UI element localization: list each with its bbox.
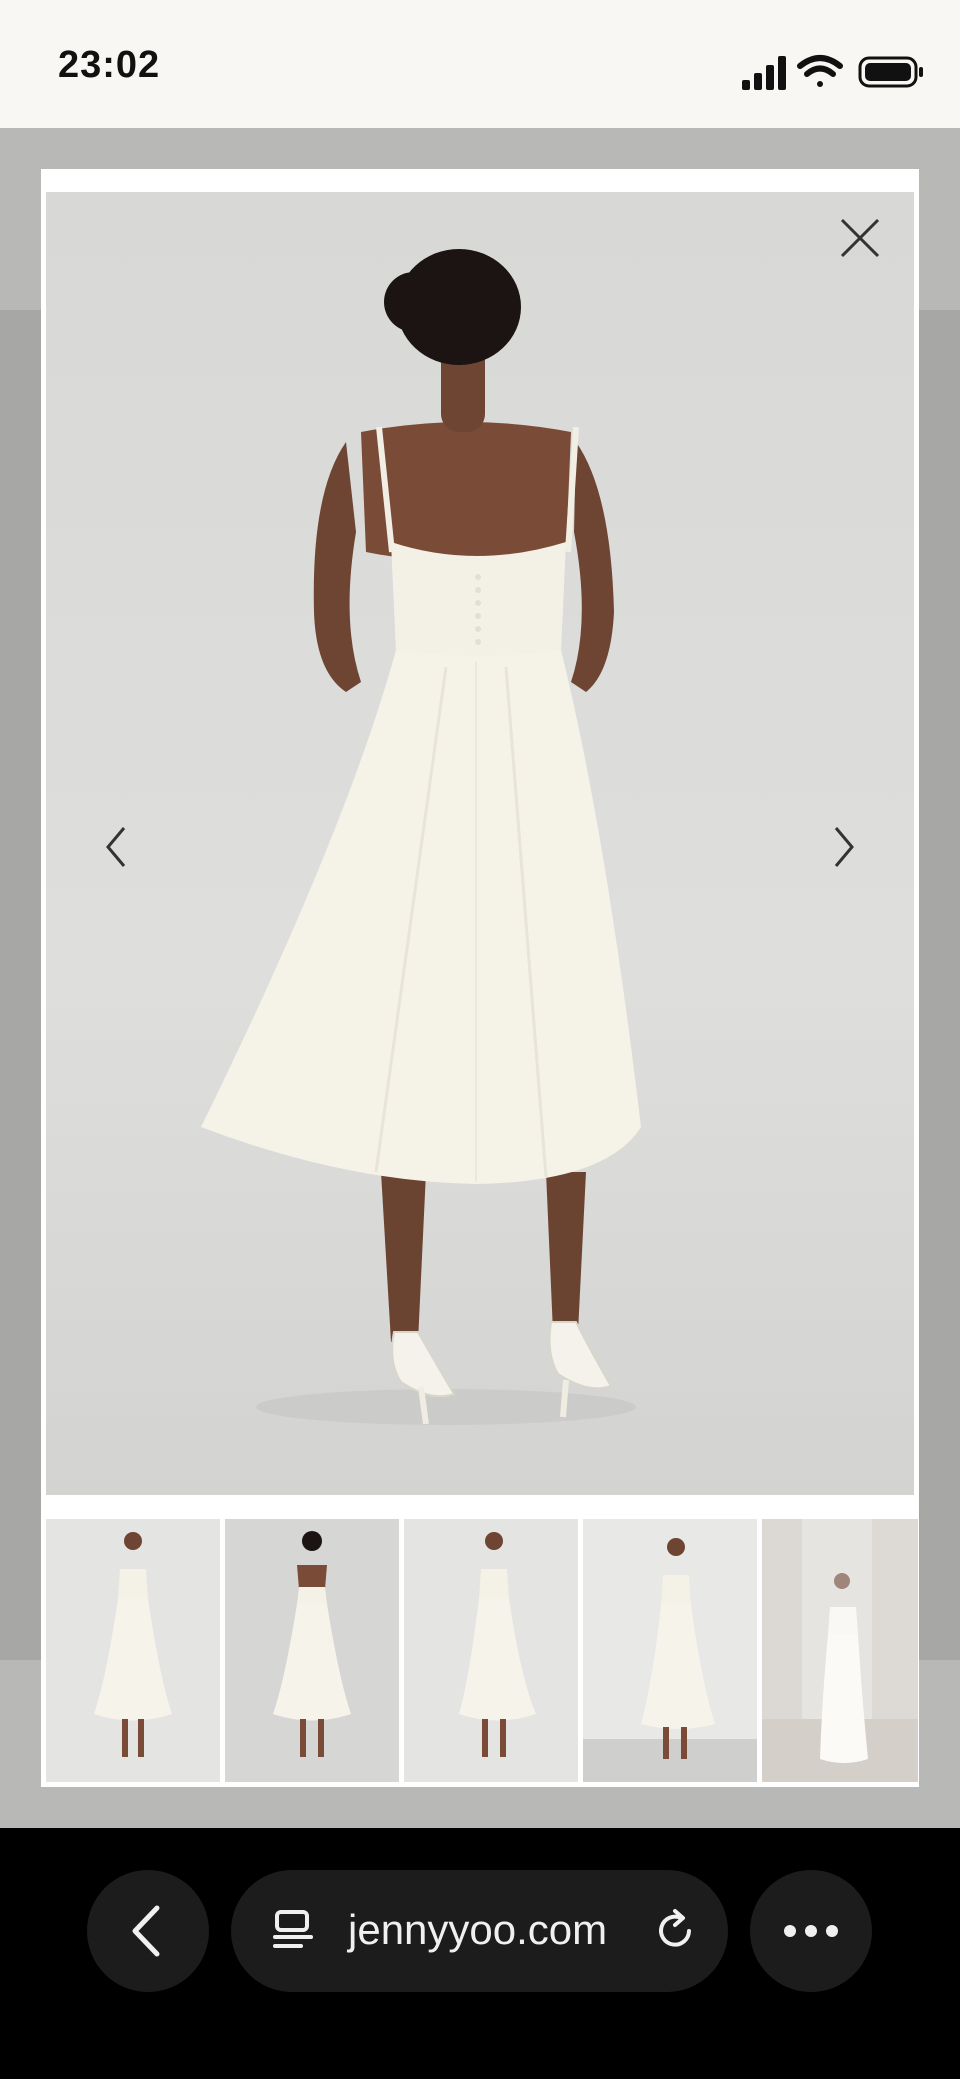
tab-overview-icon[interactable]	[269, 1906, 319, 1956]
thumbnail-image	[46, 1519, 220, 1782]
main-product-image	[46, 192, 914, 1495]
battery-icon	[858, 56, 923, 88]
thumbnail-image	[762, 1519, 918, 1782]
image-gallery-modal	[41, 169, 919, 1787]
status-bar: 23:02	[0, 0, 960, 128]
address-bar[interactable]: jennyyoo.com	[231, 1870, 728, 1992]
thumbnail-image	[225, 1519, 399, 1782]
thumbnail-3-front[interactable]	[404, 1519, 578, 1782]
reload-icon[interactable]	[651, 1906, 701, 1956]
chevron-left-icon	[106, 827, 126, 867]
browser-more-button[interactable]	[750, 1870, 872, 1992]
thumbnail-image	[404, 1519, 578, 1782]
thumbnail-1-front[interactable]	[46, 1519, 220, 1782]
close-icon	[840, 218, 880, 258]
thumbnail-strip	[46, 1519, 918, 1782]
chevron-right-icon	[834, 827, 854, 867]
browser-back-button[interactable]	[87, 1870, 209, 1992]
url-text: jennyyoo.com	[348, 1906, 608, 1953]
previous-image-button[interactable]	[86, 812, 146, 882]
status-time: 23:02	[58, 44, 161, 86]
wifi-icon	[797, 55, 843, 87]
thumbnail-4-side[interactable]	[583, 1519, 757, 1782]
dress-back-view-illustration	[201, 249, 641, 1425]
more-icon	[784, 1925, 838, 1937]
thumbnail-5-venue[interactable]	[762, 1519, 918, 1782]
thumbnail-2-back[interactable]	[225, 1519, 399, 1782]
signal-icon	[742, 56, 786, 90]
next-image-button[interactable]	[814, 812, 874, 882]
chevron-left-icon	[132, 1905, 160, 1957]
status-icons	[742, 55, 923, 90]
thumbnail-image	[583, 1519, 757, 1782]
close-button[interactable]	[834, 212, 886, 264]
